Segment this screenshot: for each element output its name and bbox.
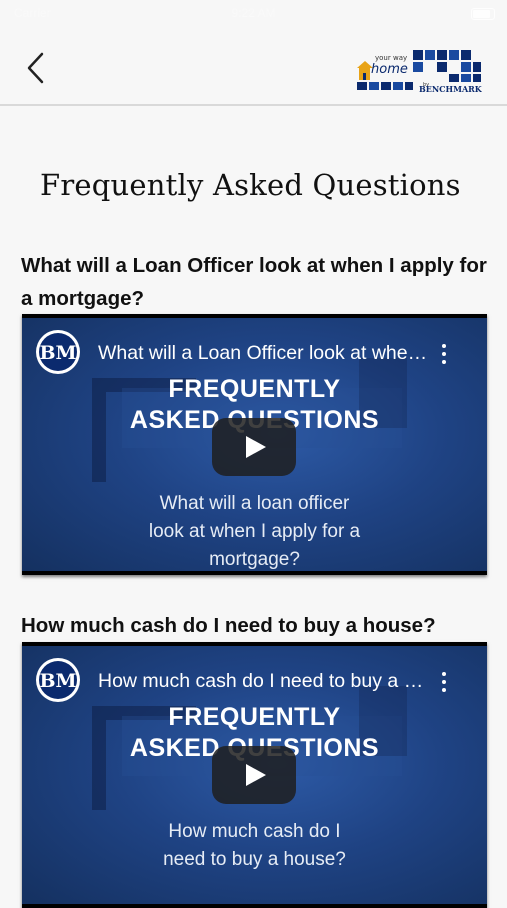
- svg-text:BENCHMARK: BENCHMARK: [419, 84, 483, 94]
- overlay-heading-line: FREQUENTLY: [168, 703, 341, 731]
- video-caption: What will a loan officer look at when I …: [148, 493, 361, 570]
- chevron-left-icon: [27, 52, 44, 84]
- overlay-heading-line: FREQUENTLY: [168, 375, 341, 403]
- channel-initials: BM: [39, 670, 76, 692]
- channel-avatar[interactable]: BM: [34, 328, 82, 376]
- status-time: 9:22 AM: [231, 6, 276, 20]
- status-bar: Carrier 9:22 AM: [0, 0, 507, 28]
- play-button[interactable]: [212, 418, 296, 476]
- page-title: Frequently Asked Questions: [40, 168, 461, 202]
- svg-text:your way: your way: [375, 54, 407, 62]
- faq-question: What will a Loan Officer look at when I …: [21, 254, 487, 310]
- video-caption: How much cash do I need to buy a house?: [163, 821, 346, 870]
- battery-icon: [471, 8, 495, 20]
- video-player[interactable]: BM What will a Loan Officer look at when…: [22, 314, 487, 575]
- video-title[interactable]: What will a Loan Officer look at when I …: [98, 342, 428, 365]
- channel-initials: BM: [39, 342, 76, 364]
- your-way-home-benchmark-logo: your way home by BENCHMARK: [357, 50, 483, 94]
- top-navigation-bar: your way home by BENCHMARK: [0, 28, 507, 106]
- channel-avatar[interactable]: BM: [34, 656, 82, 704]
- play-button[interactable]: [212, 746, 296, 804]
- more-options-icon[interactable]: [439, 672, 449, 696]
- back-button[interactable]: [20, 48, 56, 88]
- svg-text:home: home: [371, 62, 408, 77]
- video-player[interactable]: BM How much cash do I need to buy a hous…: [22, 642, 487, 908]
- more-options-icon[interactable]: [439, 344, 449, 368]
- faq-question: How much cash do I need to buy a house?: [21, 614, 436, 637]
- video-title[interactable]: How much cash do I need to buy a house?: [98, 670, 428, 693]
